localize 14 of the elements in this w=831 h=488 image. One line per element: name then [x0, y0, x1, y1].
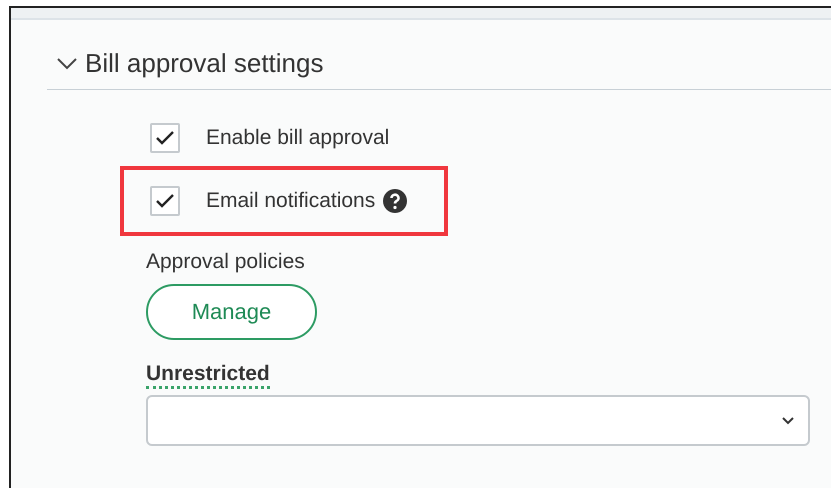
checkbox-label: Email notifications	[206, 189, 376, 213]
checkmark-icon	[156, 194, 174, 208]
checkbox-label: Enable bill approval	[206, 126, 390, 150]
select-field[interactable]	[146, 395, 810, 446]
restriction-label: Unrestricted	[146, 362, 270, 389]
checkmark-icon	[156, 131, 174, 145]
checkbox[interactable]	[150, 186, 180, 216]
chevron-down-icon[interactable]	[57, 58, 77, 70]
section-title: Bill approval settings	[85, 48, 324, 79]
policies-label: Approval policies	[146, 250, 306, 274]
chevron-down-icon[interactable]	[782, 416, 794, 424]
manage-button[interactable]: Manage	[146, 284, 317, 340]
checkbox[interactable]	[150, 123, 180, 153]
help-icon[interactable]	[383, 189, 408, 213]
